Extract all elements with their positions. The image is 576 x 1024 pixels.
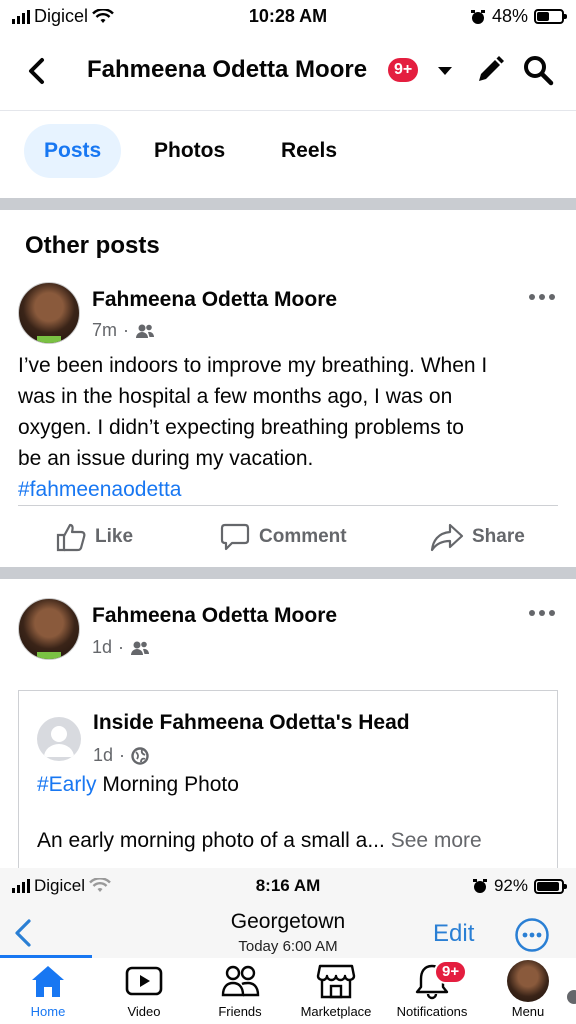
shared-meta: 1d · — [93, 745, 149, 766]
city-name: Georgetown — [230, 910, 346, 933]
comment-label: Comment — [259, 526, 347, 547]
nav-home[interactable]: Home — [0, 958, 96, 1024]
marketplace-icon — [316, 964, 356, 999]
battery-icon — [534, 878, 567, 894]
see-more-link[interactable]: See more — [391, 829, 482, 852]
more-options-icon[interactable] — [528, 292, 556, 302]
bottom-nav: Home Video Friends Marketplace 9+ Notifi… — [0, 958, 576, 1024]
friends-icon — [221, 965, 260, 997]
header-badge: 9+ — [386, 56, 421, 84]
friends-icon — [136, 324, 155, 338]
notification-badge: 9+ — [434, 960, 468, 984]
thumbs-up-icon — [56, 523, 86, 552]
status-bar: Digicel 10:28 AM 48% — [0, 0, 576, 34]
post-line: I’ve been indoors to improve my breathin… — [18, 354, 488, 377]
meta-dot: · — [118, 637, 125, 657]
shared-text: An early morning photo of a small a... — [37, 829, 385, 852]
back-arrow-icon[interactable] — [20, 54, 54, 88]
post-meta: 1d · — [92, 637, 150, 658]
default-avatar-icon[interactable] — [37, 717, 81, 761]
more-options-icon[interactable] — [514, 917, 550, 953]
shared-text-line: #Early Morning Photo — [37, 773, 239, 797]
comment-button[interactable]: Comment — [219, 520, 347, 554]
comment-icon — [220, 523, 250, 551]
profile-tabs: Posts Photos Reels — [0, 124, 576, 178]
globe-icon — [131, 746, 149, 765]
weather-overlay: Digicel 8:16 AM 92% Georgetown Today 6:0… — [0, 868, 576, 958]
shared-time[interactable]: 1d — [93, 745, 113, 766]
chevron-down-icon[interactable] — [436, 62, 454, 80]
shared-post-card[interactable]: Inside Fahmeena Odetta's Head 1d · #Earl… — [18, 690, 558, 880]
battery-percent: 92% — [493, 876, 528, 895]
tab-reels[interactable]: Reels — [261, 124, 357, 178]
nav-label: Marketplace — [300, 1004, 372, 1019]
video-icon — [125, 966, 163, 996]
tab-photos[interactable]: Photos — [134, 124, 245, 178]
nav-marketplace[interactable]: Marketplace — [288, 958, 384, 1024]
meta-dot: · — [119, 745, 126, 765]
like-label: Like — [95, 526, 134, 547]
post-meta: 7m · — [92, 320, 155, 341]
post-author[interactable]: Fahmeena Odetta Moore — [92, 288, 337, 312]
nav-notifications[interactable]: 9+ Notifications — [384, 958, 480, 1024]
search-icon[interactable] — [522, 54, 554, 86]
like-button[interactable]: Like — [55, 520, 133, 554]
tab-posts[interactable]: Posts — [24, 124, 122, 178]
nav-label: Video — [127, 1004, 161, 1019]
post-line: be an issue during my vacation. — [18, 447, 314, 470]
hashtag-link[interactable]: #fahmeenaodetta — [18, 474, 563, 505]
forecast-time: Today 6:00 AM — [238, 938, 338, 955]
nav-menu[interactable]: Menu — [480, 958, 576, 1024]
post-separator — [0, 567, 576, 579]
nav-friends[interactable]: Friends — [192, 958, 288, 1024]
nav-label: Home — [30, 1004, 66, 1019]
nav-label: Notifications — [396, 1004, 468, 1019]
status-right: 48% — [470, 6, 567, 27]
actions-divider — [18, 505, 558, 506]
share-label: Share — [472, 526, 525, 547]
nav-video[interactable]: Video — [96, 958, 192, 1024]
battery-percent: 48% — [491, 6, 528, 26]
more-options-icon[interactable] — [528, 608, 556, 618]
pencil-icon[interactable] — [474, 54, 506, 86]
header-divider — [0, 110, 576, 111]
status-right: 92% — [472, 876, 567, 896]
avatar[interactable] — [18, 282, 80, 344]
share-icon — [430, 523, 464, 552]
nav-label: Menu — [511, 1004, 545, 1019]
avatar[interactable] — [18, 598, 80, 660]
post-body: I’ve been indoors to improve my breathin… — [18, 350, 563, 505]
shared-page-name[interactable]: Inside Fahmeena Odetta's Head — [93, 711, 410, 735]
page-title[interactable]: Fahmeena Odetta Moore — [87, 56, 367, 84]
app-header: Fahmeena Odetta Moore 9+ — [0, 40, 576, 102]
hashtag-link[interactable]: #Early — [37, 773, 97, 796]
section-separator — [0, 198, 576, 210]
share-button[interactable]: Share — [430, 520, 525, 554]
post-line: oxygen. I didn’t expecting breathing pro… — [18, 416, 464, 439]
menu-avatar-icon — [507, 960, 576, 1006]
post-author[interactable]: Fahmeena Odetta Moore — [92, 604, 337, 628]
shared-text: Morning Photo — [96, 773, 239, 796]
shared-text-line: An early morning photo of a small a... S… — [37, 829, 482, 853]
nav-label: Friends — [218, 1004, 262, 1019]
alarm-icon — [470, 9, 485, 24]
alarm-icon — [472, 879, 487, 893]
post-time[interactable]: 7m — [92, 320, 117, 341]
friends-icon — [131, 641, 150, 655]
battery-icon — [534, 9, 567, 24]
meta-dot: · — [123, 320, 130, 340]
edit-button[interactable]: Edit — [433, 920, 474, 948]
post-time[interactable]: 1d — [92, 637, 112, 658]
post-line: was in the hospital a few months ago, I … — [18, 385, 453, 408]
section-title: Other posts — [25, 232, 160, 259]
home-icon — [32, 966, 64, 997]
